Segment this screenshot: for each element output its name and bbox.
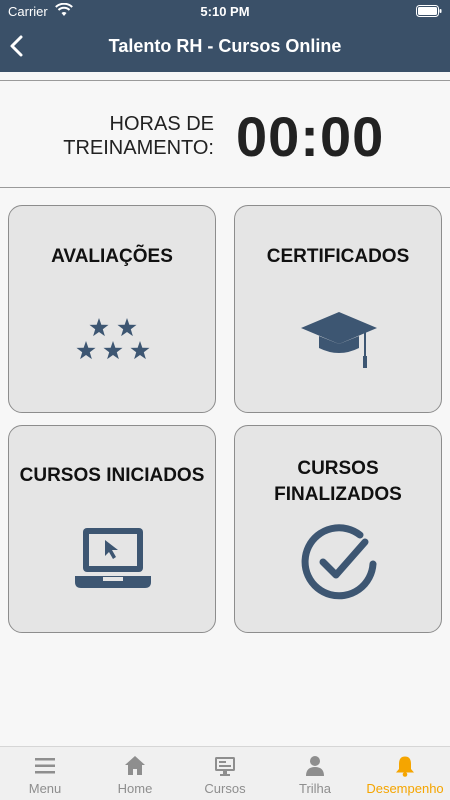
card-cursos-iniciados[interactable]: CURSOS INICIADOS <box>8 425 216 633</box>
card-avaliacoes[interactable]: AVALIAÇÕES <box>8 205 216 413</box>
section-divider <box>0 187 450 188</box>
page-title: Talento RH - Cursos Online <box>108 36 342 56</box>
stars-icon <box>76 318 150 360</box>
card-certificados[interactable]: CERTIFICADOS <box>234 205 442 413</box>
tab-bar: Menu Home Cursos Trilha Desempenho <box>0 746 450 800</box>
monitor-icon <box>215 757 235 776</box>
battery-icon <box>416 5 442 17</box>
card-title: AVALIAÇÕES <box>51 246 173 267</box>
graduation-cap-icon <box>301 312 377 368</box>
card-cursos-finalizados[interactable]: CURSOS FINALIZADOS <box>234 425 442 633</box>
tab-cursos[interactable]: Cursos <box>180 747 270 800</box>
app-header: Carrier 5:10 PM Talento RH - Cursos Onli… <box>0 0 450 72</box>
card-title: CURSOS FINALIZADOS <box>274 458 402 505</box>
card-title: CERTIFICADOS <box>266 246 410 267</box>
status-time: 5:10 PM <box>200 4 250 19</box>
laptop-icon <box>75 528 151 588</box>
check-circle-icon <box>301 524 377 600</box>
training-hours-label: HORAS DE TREINAMENTO: <box>63 113 214 159</box>
training-hours-value: 00:00 <box>236 105 385 168</box>
top-divider <box>0 80 450 81</box>
tab-label: Home <box>117 781 153 796</box>
card-title: CURSOS INICIADOS <box>19 465 205 486</box>
tab-label: Cursos <box>204 781 246 796</box>
tab-label: Menu <box>28 781 62 796</box>
tab-label: Desempenho <box>366 781 444 796</box>
tab-menu[interactable]: Menu <box>0 747 90 800</box>
tab-home[interactable]: Home <box>90 747 180 800</box>
bell-icon <box>396 756 414 777</box>
tab-trilha[interactable]: Trilha <box>270 747 360 800</box>
person-icon <box>306 756 324 776</box>
tab-desempenho[interactable]: Desempenho <box>360 747 450 800</box>
home-icon <box>125 756 145 775</box>
menu-icon <box>35 758 55 774</box>
tab-label: Trilha <box>298 781 332 796</box>
status-bar: Carrier 5:10 PM <box>0 0 450 24</box>
